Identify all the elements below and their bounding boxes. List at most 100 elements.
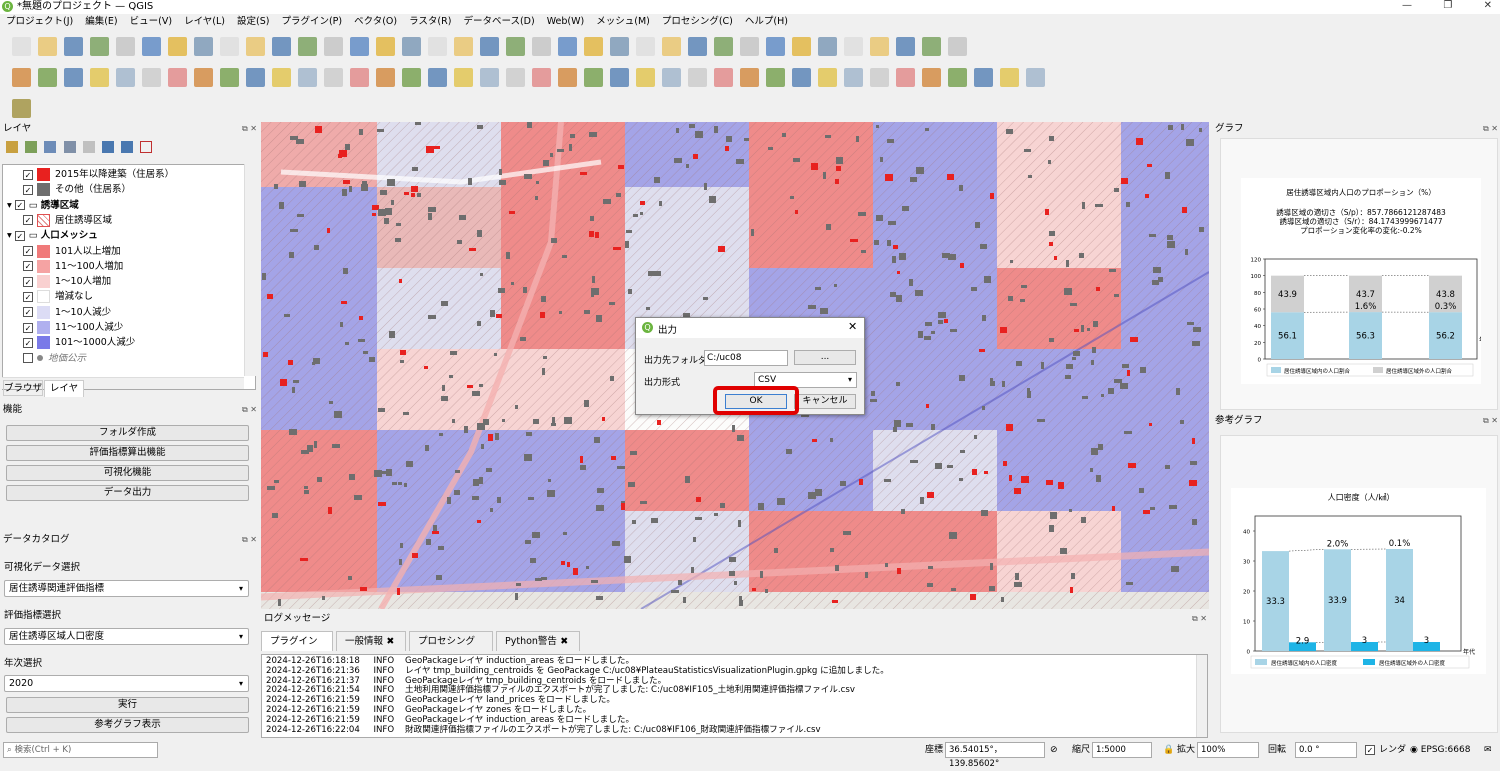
layer-item[interactable]: 地価公示 <box>23 351 86 366</box>
log-tab[interactable]: プラグイン ✖ <box>261 631 333 651</box>
toolbar-icon[interactable] <box>402 68 421 87</box>
menu-item-7[interactable]: ラスタ(R) <box>403 14 457 30</box>
visibility-icon[interactable] <box>44 141 56 153</box>
toolbar-icon[interactable] <box>662 37 681 56</box>
menu-item-0[interactable]: プロジェクト(J) <box>0 14 79 30</box>
menu-item-1[interactable]: 編集(E) <box>79 14 123 30</box>
tab-layers[interactable]: レイヤ <box>44 380 84 397</box>
toolbar-icon[interactable] <box>194 68 213 87</box>
toolbar-icon[interactable] <box>480 68 499 87</box>
toolbar-icon[interactable] <box>974 68 993 87</box>
layer-checkbox[interactable]: ✓ <box>23 307 33 317</box>
layer-item[interactable]: ✓2015年以降建築（住居系） <box>23 167 174 182</box>
toolbar-icon[interactable] <box>350 37 369 56</box>
toolbar-icon[interactable] <box>12 68 31 87</box>
close-tab-icon[interactable]: ✖ <box>557 636 568 647</box>
toolbar-icon[interactable] <box>428 68 447 87</box>
toolbar-icon[interactable] <box>298 37 317 56</box>
toolbar-icon[interactable] <box>376 37 395 56</box>
menu-item-10[interactable]: メッシュ(M) <box>590 14 656 30</box>
crs-button[interactable]: ◉ EPSG:6668 <box>1410 742 1470 758</box>
panel-window-buttons[interactable]: ⧉ ✕ <box>1483 124 1498 134</box>
layer-checkbox[interactable]: ✓ <box>23 185 33 195</box>
layer-group[interactable]: ▾ ✓▭ 人口メッシュ <box>7 228 98 243</box>
toolbar-icon[interactable] <box>662 68 681 87</box>
log-tab[interactable]: プロセシング ✖ <box>409 631 493 651</box>
layer-tree-vscrollbar[interactable] <box>244 164 256 376</box>
toolbar-icon[interactable] <box>1000 68 1019 87</box>
toolbar-icon[interactable] <box>532 68 551 87</box>
toolbar-icon[interactable] <box>792 37 811 56</box>
layer-item[interactable]: ✓11〜100人減少 <box>23 320 123 335</box>
layer-checkbox[interactable]: ✓ <box>23 323 33 333</box>
layer-item[interactable]: ✓増減なし <box>23 289 93 304</box>
toolbar-icon[interactable] <box>896 68 915 87</box>
add-group-icon[interactable] <box>25 141 37 153</box>
log-tab[interactable]: Python警告 ✖ <box>496 631 580 651</box>
zoom-input[interactable]: 100% <box>1197 742 1259 758</box>
toolbar-icon[interactable] <box>688 68 707 87</box>
toolbar-icon[interactable] <box>870 68 889 87</box>
toolbar-icon[interactable] <box>480 37 499 56</box>
toolbar-icon[interactable] <box>1026 68 1045 87</box>
menu-item-4[interactable]: 設定(S) <box>231 14 275 30</box>
toolbar-icon[interactable] <box>350 68 369 87</box>
toolbar-icon[interactable] <box>766 68 785 87</box>
layer-item[interactable]: ✓11〜100人増加 <box>23 259 123 274</box>
toolbar-icon[interactable] <box>12 99 31 118</box>
toolbar-icon[interactable] <box>402 37 421 56</box>
filter-icon[interactable] <box>64 141 76 153</box>
visualization-button[interactable]: 可視化機能 <box>6 465 249 481</box>
menu-item-8[interactable]: データベース(D) <box>457 14 540 30</box>
toolbar-icon[interactable] <box>714 37 733 56</box>
layer-item[interactable]: ✓101人以上増加 <box>23 244 121 259</box>
layer-checkbox[interactable] <box>23 353 33 363</box>
expand-all-icon[interactable] <box>102 141 114 153</box>
toolbar-icon[interactable] <box>454 37 473 56</box>
toolbar-icon[interactable] <box>922 37 941 56</box>
toolbar-icon[interactable] <box>844 68 863 87</box>
toolbar-icon[interactable] <box>220 68 239 87</box>
messages-icon[interactable]: ✉ <box>1484 742 1492 758</box>
toolbar-icon[interactable] <box>948 68 967 87</box>
toolbar-icon[interactable] <box>506 68 525 87</box>
toolbar-icon[interactable] <box>428 37 447 56</box>
toolbar-icon[interactable] <box>558 68 577 87</box>
tab-browser[interactable]: ブラウザ <box>3 380 43 396</box>
toolbar-icon[interactable] <box>636 68 655 87</box>
toolbar-icon[interactable] <box>298 68 317 87</box>
toolbar-icon[interactable] <box>844 37 863 56</box>
toolbar-icon[interactable] <box>818 68 837 87</box>
toolbar-icon[interactable] <box>64 68 83 87</box>
toolbar-icon[interactable] <box>454 68 473 87</box>
menu-item-3[interactable]: レイヤ(L) <box>178 14 231 30</box>
layer-item[interactable]: ✓101〜1000人減少 <box>23 335 135 350</box>
layer-group[interactable]: ▾ ✓▭ 誘導区域 <box>7 198 79 213</box>
toolbar-icon[interactable] <box>922 68 941 87</box>
toolbar-icon[interactable] <box>90 37 109 56</box>
close-button[interactable]: ✕ <box>1484 0 1492 14</box>
style-icon[interactable] <box>6 141 18 153</box>
toolbar-icon[interactable] <box>272 37 291 56</box>
toolbar-icon[interactable] <box>740 68 759 87</box>
toolbar-icon[interactable] <box>272 68 291 87</box>
toolbar-icon[interactable] <box>896 37 915 56</box>
toolbar-icon[interactable] <box>116 37 135 56</box>
panel-window-buttons[interactable]: ⧉ ✕ <box>1192 614 1207 624</box>
toolbar-icon[interactable] <box>610 37 629 56</box>
layer-checkbox[interactable]: ✓ <box>15 200 25 210</box>
menu-item-2[interactable]: ビュー(V) <box>124 14 178 30</box>
evaluation-index-button[interactable]: 評価指標算出機能 <box>6 445 249 461</box>
layer-item[interactable]: ✓居住誘導区域 <box>23 213 112 228</box>
log-tab[interactable]: 一般情報 ✖ <box>336 631 406 651</box>
menu-item-5[interactable]: プラグイン(P) <box>275 14 348 30</box>
toolbar-icon[interactable] <box>558 37 577 56</box>
menu-item-6[interactable]: ベクタ(O) <box>348 14 403 30</box>
menu-item-9[interactable]: Web(W) <box>541 14 591 30</box>
toolbar-icon[interactable] <box>688 37 707 56</box>
cancel-button[interactable]: キャンセル <box>794 394 856 409</box>
toolbar-icon[interactable] <box>376 68 395 87</box>
toolbar-icon[interactable] <box>792 68 811 87</box>
toolbar-icon[interactable] <box>142 68 161 87</box>
eval-index-select[interactable]: 居住誘導区域人口密度▾ <box>4 628 249 645</box>
